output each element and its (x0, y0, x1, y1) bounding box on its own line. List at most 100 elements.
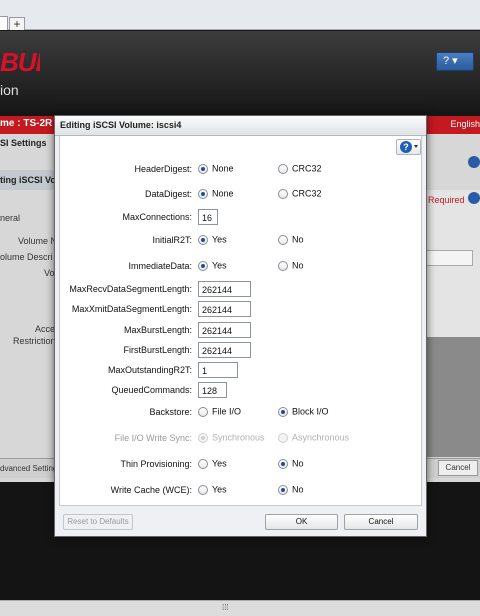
radio-icon (198, 484, 208, 495)
write-cache-label: Write Cache (WCE): (110, 485, 192, 495)
cancel-button[interactable]: Cancel (344, 514, 418, 530)
app-header: BUFFALO ion ? ▾ (0, 31, 480, 116)
option-label: CRC32 (292, 188, 322, 199)
max-connections-label: MaxConnections: (122, 212, 192, 222)
new-tab-button[interactable]: + (9, 17, 25, 30)
data-digest-crc32-radio[interactable]: CRC32 (278, 188, 322, 202)
option-label: CRC32 (292, 163, 322, 174)
bg-cancel-button[interactable]: Cancel (438, 460, 478, 476)
header-digest-row: HeaderDigest: None CRC32 (60, 161, 423, 179)
write-cache-yes-radio[interactable]: Yes (198, 484, 227, 498)
bg-label-access: Acce (35, 324, 56, 334)
bg-input[interactable] (425, 250, 473, 266)
option-label: Yes (212, 260, 227, 271)
bg-help-icon-2[interactable] (468, 192, 480, 204)
language-selector[interactable]: English (450, 119, 480, 129)
option-label: File I/O (212, 406, 242, 417)
thin-provisioning-no-radio[interactable]: No (278, 458, 304, 472)
queued-commands-row: QueuedCommands: (60, 382, 423, 400)
radio-icon (198, 260, 208, 271)
browser-tab[interactable] (0, 16, 8, 30)
bg-label-general: neral (0, 213, 21, 223)
radio-icon (278, 458, 288, 469)
immediate-data-no-radio[interactable]: No (278, 260, 304, 274)
radio-icon (278, 163, 288, 174)
max-recv-input[interactable] (198, 281, 251, 297)
immediate-data-row: ImmediateData: Yes No (60, 258, 423, 276)
radio-icon (278, 484, 288, 495)
file-io-sync-synchronous-radio: Synchronous (198, 432, 265, 446)
backstore-file-io-radio[interactable]: File I/O (198, 406, 241, 420)
max-burst-row: MaxBurstLength: (60, 322, 423, 340)
option-label: Block I/O (292, 406, 329, 417)
bg-help-icon[interactable] (468, 156, 480, 168)
queued-commands-input[interactable] (198, 382, 227, 398)
file-io-sync-asynchronous-radio: Asynchronous (278, 432, 349, 446)
chevron-down-icon (414, 145, 418, 148)
max-xmit-row: MaxXmitDataSegmentLength: (60, 301, 423, 319)
max-burst-label: MaxBurstLength: (123, 325, 192, 335)
option-label: No (292, 484, 304, 495)
max-burst-input[interactable] (198, 322, 251, 338)
max-outstanding-row: MaxOutstandingR2T: (60, 362, 423, 380)
option-label: Yes (212, 234, 227, 245)
browser-status-bar: ⁞⁞⁞ (0, 600, 480, 616)
max-recv-label: MaxRecvDataSegmentLength: (69, 284, 192, 294)
file-io-sync-row: File I/O Write Sync: Synchronous Asynchr… (60, 430, 423, 448)
queued-commands-label: QueuedCommands: (111, 385, 192, 395)
dialog-body: ? HeaderDigest: None CRC32 DataDigest: N… (59, 136, 422, 506)
header-help-button[interactable]: ? ▾ (436, 52, 474, 71)
data-digest-none-radio[interactable]: None (198, 188, 234, 202)
initial-r2t-label: InitialR2T: (152, 235, 192, 245)
radio-icon (278, 188, 288, 199)
resize-grip-icon[interactable]: ⁞⁞⁞ (222, 603, 229, 612)
reset-to-defaults-button[interactable]: Reset to Defaults (63, 514, 133, 530)
header-digest-none-radio[interactable]: None (198, 163, 234, 177)
header-digest-crc32-radio[interactable]: CRC32 (278, 163, 322, 177)
bg-label-volume-description: olume Descri (0, 252, 53, 262)
max-connections-row: MaxConnections: (60, 209, 423, 227)
radio-icon (198, 406, 208, 417)
write-cache-row: Write Cache (WCE): Yes No (60, 482, 423, 500)
immediate-data-label: ImmediateData: (128, 261, 192, 271)
max-xmit-label: MaxXmitDataSegmentLength: (71, 304, 192, 314)
max-connections-input[interactable] (198, 209, 218, 225)
bg-required-label: Required (428, 195, 465, 205)
option-label: No (292, 234, 304, 245)
option-label: None (212, 188, 234, 199)
thin-provisioning-yes-radio[interactable]: Yes (198, 458, 227, 472)
device-title: me : TS-2R (0, 118, 53, 129)
nav-iscsi-settings[interactable]: SI Settings (0, 134, 60, 152)
ok-button[interactable]: OK (265, 514, 338, 530)
radio-icon (198, 234, 208, 245)
dialog-title: Editing iSCSI Volume: iscsi4 (55, 116, 426, 136)
option-label: Asynchronous (292, 432, 350, 443)
max-outstanding-input[interactable] (198, 362, 238, 378)
max-xmit-input[interactable] (198, 301, 251, 317)
radio-icon (278, 234, 288, 245)
first-burst-input[interactable] (198, 342, 251, 358)
write-cache-no-radio[interactable]: No (278, 484, 304, 498)
max-recv-row: MaxRecvDataSegmentLength: (60, 281, 423, 299)
initial-r2t-row: InitialR2T: Yes No (60, 232, 423, 250)
bg-right-gray-area (425, 337, 480, 457)
bg-advanced-settings[interactable]: dvanced Setting (0, 464, 57, 473)
backstore-row: Backstore: File I/O Block I/O (60, 404, 423, 422)
radio-icon (198, 432, 208, 443)
radio-icon (198, 458, 208, 469)
app-subtitle: ion (0, 82, 19, 98)
backstore-block-io-radio[interactable]: Block I/O (278, 406, 329, 420)
initial-r2t-no-radio[interactable]: No (278, 234, 304, 248)
immediate-data-yes-radio[interactable]: Yes (198, 260, 227, 274)
radio-icon (278, 432, 288, 443)
option-label: Synchronous (212, 432, 265, 443)
thin-provisioning-row: Thin Provisioning: Yes No (60, 456, 423, 474)
backstore-label: Backstore: (149, 407, 192, 417)
option-label: Yes (212, 458, 227, 469)
help-menu-button[interactable]: ? (396, 139, 421, 155)
radio-icon (278, 406, 288, 417)
first-burst-row: FirstBurstLength: (60, 342, 423, 360)
option-label: No (292, 458, 304, 469)
initial-r2t-yes-radio[interactable]: Yes (198, 234, 227, 248)
option-label: Yes (212, 484, 227, 495)
